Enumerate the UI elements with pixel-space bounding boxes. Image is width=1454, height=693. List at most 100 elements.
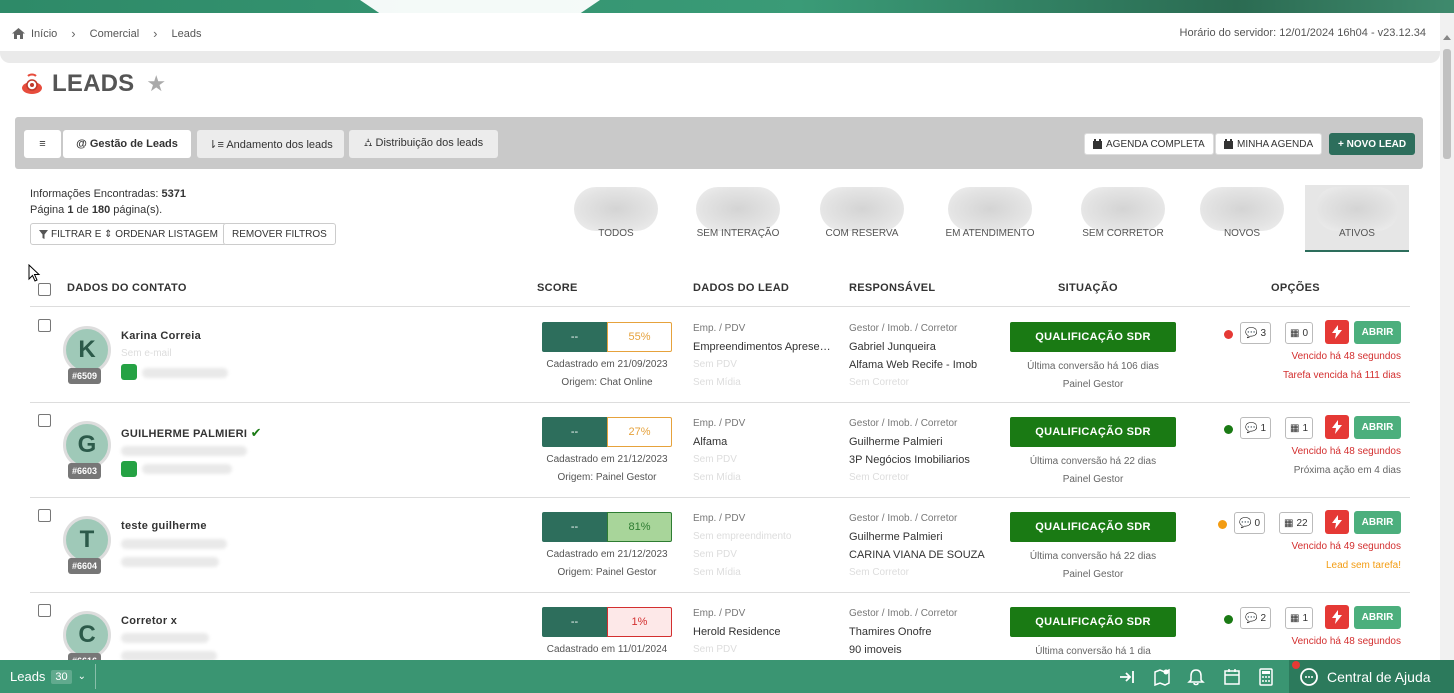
cadastrado-date: Cadastrado em 21/09/2023 xyxy=(546,359,668,370)
status-tab-em-atendimento[interactable]: EM ATENDIMENTO xyxy=(938,185,1042,252)
scroll-up-icon[interactable] xyxy=(1443,35,1451,40)
filter-order-button[interactable]: FILTRAR E ⇕ ORDENAR LISTAGEM xyxy=(30,223,227,245)
agenda-completa-button[interactable]: AGENDA COMPLETA xyxy=(1084,133,1214,155)
task-count-button[interactable]: ▦ 0 xyxy=(1285,322,1314,344)
resp-gestor: Guilherme Palmieri xyxy=(849,436,943,448)
breadcrumb-item-leads[interactable]: Leads xyxy=(172,28,202,40)
abrir-button[interactable]: ABRIR xyxy=(1354,416,1401,439)
calculator-icon[interactable] xyxy=(1256,667,1276,687)
page-title-block: LEADS ★ xyxy=(20,70,166,98)
breadcrumb-item-inicio[interactable]: Início xyxy=(31,28,57,40)
bottom-leads-selector[interactable]: Leads 30 ⌄ xyxy=(10,669,86,684)
lead-value: Herold Residence xyxy=(693,626,781,638)
situacao-button[interactable]: QUALIFICAÇÃO SDR xyxy=(1010,417,1176,447)
abrir-button[interactable]: ABRIR xyxy=(1354,606,1401,629)
responsavel: Gestor / Imob. / Corretor Guilherme Palm… xyxy=(849,510,1009,582)
lightning-icon[interactable] xyxy=(1325,510,1349,534)
lightning-icon[interactable] xyxy=(1325,605,1349,629)
status-tab-sem-corretor[interactable]: SEM CORRETOR xyxy=(1071,185,1175,252)
help-center-button[interactable]: Central de Ajuda xyxy=(1289,660,1454,693)
status-tab-novos[interactable]: NOVOS xyxy=(1190,185,1294,252)
contact-name[interactable]: Karina Correia xyxy=(121,330,201,342)
header-opcoes: OPÇÕES xyxy=(1271,282,1320,294)
row-checkbox[interactable] xyxy=(38,604,51,617)
origem: Origem: Painel Gestor xyxy=(557,567,657,578)
lightning-icon[interactable] xyxy=(1325,320,1349,344)
lead-id-badge: #6603 xyxy=(68,463,102,479)
tab-gestao-de-leads[interactable]: @ Gestão de Leads xyxy=(63,130,191,158)
resp-corretor: Sem Corretor xyxy=(849,377,910,388)
chat-count-button[interactable]: 💬 2 xyxy=(1240,607,1272,629)
contact-email: Sem e-mail xyxy=(121,348,172,359)
breadcrumb-item-comercial[interactable]: Comercial xyxy=(90,28,140,40)
status-tab-sem-interacao[interactable]: SEM INTERAÇÃO xyxy=(686,185,790,252)
sem-tarefa-text: Lead sem tarefa! xyxy=(1325,560,1401,571)
chevron-down-icon: ⌄ xyxy=(77,671,87,682)
abrir-button[interactable]: ABRIR xyxy=(1354,511,1401,534)
lightning-icon[interactable] xyxy=(1325,415,1349,439)
menu-button[interactable]: ≡ xyxy=(24,130,61,158)
help-center-label: Central de Ajuda xyxy=(1327,668,1431,685)
sign-in-icon[interactable] xyxy=(1118,667,1138,687)
favorite-star-icon[interactable]: ★ xyxy=(146,71,166,97)
bottom-leads-label: Leads xyxy=(10,669,46,684)
chevron-right-icon: › xyxy=(153,26,158,41)
scrollbar-thumb[interactable] xyxy=(1443,49,1451,159)
chat-count-button[interactable]: 💬 1 xyxy=(1240,417,1272,439)
bottom-bar: Leads 30 ⌄ Central de Ajuda xyxy=(0,660,1454,693)
status-tab-com-reserva[interactable]: COM RESERVA xyxy=(810,185,914,252)
task-count-button[interactable]: ▦ 22 xyxy=(1279,512,1313,534)
blurred-email xyxy=(121,446,247,456)
avatar: G xyxy=(63,421,111,469)
remove-filters-button[interactable]: REMOVER FILTROS xyxy=(223,223,336,245)
minha-agenda-button[interactable]: MINHA AGENDA xyxy=(1215,133,1323,155)
bell-icon[interactable] xyxy=(1186,667,1206,687)
novo-lead-button[interactable]: + NOVO LEAD xyxy=(1329,133,1416,155)
lead-faint: Sem Mídia xyxy=(693,472,741,483)
row-checkbox[interactable] xyxy=(38,509,51,522)
calendar-icon xyxy=(1224,139,1233,149)
lead-value: Empreendimentos Apresentad... xyxy=(693,341,833,353)
blurred-phone xyxy=(121,557,219,567)
tab-andamento-dos-leads[interactable]: ⇂≡ Andamento dos leads xyxy=(197,130,344,158)
ultima-conversao: Última conversão há 22 dias xyxy=(1029,456,1157,467)
blurred-phone xyxy=(121,651,217,660)
situacao-button[interactable]: QUALIFICAÇÃO SDR xyxy=(1010,322,1176,352)
agenda-completa-label: AGENDA COMPLETA xyxy=(1106,138,1205,150)
situacao-button[interactable]: QUALIFICAÇÃO SDR xyxy=(1010,607,1176,637)
map-marker-icon[interactable] xyxy=(1152,667,1172,687)
vencido-text: Vencido há 48 segundos xyxy=(1291,351,1401,362)
score-left: -- xyxy=(542,322,607,352)
chat-count-button[interactable]: 💬 0 xyxy=(1234,512,1266,534)
whatsapp-icon[interactable] xyxy=(121,364,137,380)
row-checkbox[interactable] xyxy=(38,319,51,332)
situacao-button[interactable]: QUALIFICAÇÃO SDR xyxy=(1010,512,1176,542)
calendar-icon[interactable] xyxy=(1222,667,1242,687)
notification-dot xyxy=(1292,661,1300,669)
lead-faint: Sem PDV xyxy=(693,454,737,465)
contact-name[interactable]: GUILHERME PALMIERI ✔ xyxy=(121,425,262,441)
contact-name[interactable]: teste guilherme xyxy=(121,520,207,532)
resp-label: Gestor / Imob. / Corretor xyxy=(849,323,958,334)
page-title: LEADS xyxy=(52,70,135,97)
chat-count-button[interactable]: 💬 3 xyxy=(1240,322,1272,344)
scrollbar[interactable] xyxy=(1440,13,1454,660)
select-all-checkbox[interactable] xyxy=(38,283,51,296)
lead-faint: Sem PDV xyxy=(693,359,737,370)
vencido-text: Vencido há 48 segundos xyxy=(1291,446,1401,457)
tab-distribuicao-dos-leads[interactable]: ⛼ Distribuição dos leads xyxy=(349,130,498,158)
task-count-button[interactable]: ▦ 1 xyxy=(1285,607,1314,629)
row-checkbox[interactable] xyxy=(38,414,51,427)
status-tab-ativos[interactable]: ATIVOS xyxy=(1305,185,1409,252)
contact-name[interactable]: Corretor x xyxy=(121,615,177,627)
resp-imob: Alfama Web Recife - Imob xyxy=(849,359,978,371)
status-count-blurred xyxy=(696,187,780,231)
home-icon[interactable] xyxy=(12,28,25,39)
abrir-button[interactable]: ABRIR xyxy=(1354,321,1401,344)
verified-check-icon: ✔ xyxy=(250,425,262,440)
status-dot xyxy=(1224,615,1233,624)
minha-agenda-label: MINHA AGENDA xyxy=(1237,138,1314,150)
task-count-button[interactable]: ▦ 1 xyxy=(1285,417,1314,439)
status-tab-todos[interactable]: TODOS xyxy=(564,185,668,252)
whatsapp-icon[interactable] xyxy=(121,461,137,477)
